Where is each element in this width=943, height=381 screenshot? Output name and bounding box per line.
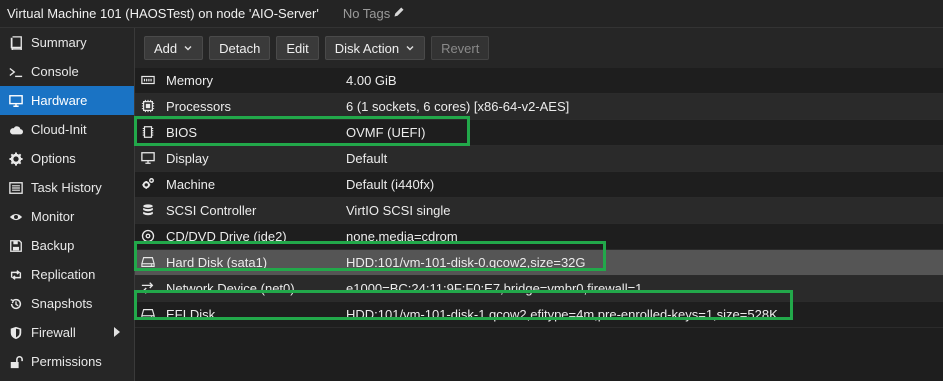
list-icon [8,180,24,196]
sidebar-item-label: Permissions [31,354,102,369]
hardware-row-value: e1000=BC:24:11:9F:F0:E7,bridge=vmbr0,fir… [346,281,643,296]
hardware-row-display[interactable]: Display Default [135,146,943,172]
hardware-row-label: SCSI Controller [166,203,257,218]
cogs-icon [141,177,155,191]
revert-button-label: Revert [441,40,480,56]
sidebar-item-options[interactable]: Options [0,144,134,173]
hardware-row-processors[interactable]: Processors 6 (1 sockets, 6 cores) [x86-6… [135,94,943,120]
sidebar-item-replication[interactable]: Replication [0,260,134,289]
hardware-row-value: none,media=cdrom [346,229,458,244]
sidebar-item-label: Task History [31,180,102,195]
add-button[interactable]: Add [144,36,204,60]
detach-button[interactable]: Detach [209,36,271,60]
chip-icon [141,125,155,139]
disk-action-button-label: Disk Action [334,40,400,56]
cpu-icon [141,99,155,113]
sidebar-item-monitor[interactable]: Monitor [0,202,134,231]
revert-button[interactable]: Revert [431,36,490,60]
hardware-row-value: OVMF (UEFI) [346,125,426,140]
sidebar-item-permissions[interactable]: Permissions [0,347,134,376]
add-button-label: Add [154,40,178,56]
hardware-row-efi-disk[interactable]: EFI Disk HDD:101/vm-101-disk-1.qcow2,efi… [135,302,943,328]
hardware-row-value: HDD:101/vm-101-disk-1.qcow2,efitype=4m,p… [346,307,778,322]
desktop-icon [141,151,155,165]
edit-button[interactable]: Edit [276,36,319,60]
expand-arrow-icon[interactable] [114,327,120,337]
hardware-row-bios[interactable]: BIOS OVMF (UEFI) [135,120,943,146]
hardware-row-label: Network Device (net0) [166,281,295,296]
hardware-row-scsi-controller[interactable]: SCSI Controller VirtIO SCSI single [135,198,943,224]
terminal-icon [8,64,24,80]
hardware-row-memory[interactable]: Memory 4.00 GiB [135,68,943,94]
sidebar-item-label: Options [31,151,76,166]
pencil-icon[interactable] [393,6,405,21]
hardware-row-label: BIOS [166,125,198,140]
sidebar-item-label: Snapshots [31,296,93,311]
hardware-row-hard-disk[interactable]: Hard Disk (sata1) HDD:101/vm-101-disk-0.… [135,250,943,276]
hardware-row-label: Processors [166,99,232,114]
hardware-row-label: Memory [166,73,213,88]
hardware-row-label: EFI Disk [166,307,216,322]
sidebar-item-label: Firewall [31,325,76,340]
retweet-icon [8,267,24,283]
cloud-icon [8,122,24,138]
history-icon [8,296,24,312]
hardware-row-label: CD/DVD Drive (ide2) [166,229,287,244]
hardware-row-value: 4.00 GiB [346,73,397,88]
hardware-row-label: Hard Disk (sata1) [166,255,268,270]
database-icon [141,203,155,217]
page-title: Virtual Machine 101 (HAOSTest) on node '… [7,6,319,21]
title-bar: Virtual Machine 101 (HAOSTest) on node '… [0,0,943,28]
edit-button-label: Edit [286,40,309,56]
shield-icon [8,325,24,341]
hardware-row-value: Default [346,151,388,166]
hardware-row-network-device[interactable]: Network Device (net0) e1000=BC:24:11:9F:… [135,276,943,302]
sidebar-item-cloud-init[interactable]: Cloud-Init [0,115,134,144]
sidebar-item-summary[interactable]: Summary [0,28,134,57]
hardware-row-label: Display [166,151,209,166]
sidebar-item-label: Monitor [31,209,75,224]
sidebar: Summary Console Hardware Cloud-Init Opti… [0,28,135,381]
chevron-down-icon [406,46,414,51]
sidebar-item-label: Replication [31,267,96,282]
sidebar-item-console[interactable]: Console [0,57,134,86]
hardware-row-value: HDD:101/vm-101-disk-0.qcow2,size=32G [346,255,586,270]
unlock-icon [8,354,24,370]
hardware-row-value: 6 (1 sockets, 6 cores) [x86-64-v2-AES] [346,99,570,114]
chevron-down-icon [184,46,192,51]
exchange-icon [141,281,155,295]
cdrom-icon [141,229,155,243]
hardware-row-value: VirtIO SCSI single [346,203,451,218]
sidebar-item-task-history[interactable]: Task History [0,173,134,202]
hardware-toolbar: Add Detach Edit Disk Action Revert [135,28,943,68]
sidebar-item-firewall[interactable]: Firewall [0,318,134,347]
disk-action-button[interactable]: Disk Action [324,36,426,60]
sidebar-item-label: Hardware [31,93,88,108]
sidebar-item-hardware[interactable]: Hardware [0,86,134,115]
eye-icon [8,209,24,225]
tags-edit[interactable]: No Tags [343,6,405,21]
monitor-icon [8,93,24,109]
sidebar-item-label: Summary [31,35,87,50]
hdd-icon [141,255,155,269]
hardware-row-label: Machine [166,177,216,192]
hardware-row-value: Default (i440fx) [346,177,435,192]
memory-icon [141,73,155,87]
floppy-icon [8,238,24,254]
hdd-icon [141,307,155,321]
sidebar-item-label: Backup [31,238,75,253]
sidebar-item-backup[interactable]: Backup [0,231,134,260]
sidebar-item-label: Console [31,64,79,79]
sidebar-item-label: Cloud-Init [31,122,87,137]
sidebar-item-snapshots[interactable]: Snapshots [0,289,134,318]
tags-label: No Tags [342,6,391,21]
hardware-row-machine[interactable]: Machine Default (i440fx) [135,172,943,198]
book-icon [8,35,24,51]
gear-icon [8,151,24,167]
detach-button-label: Detach [219,40,261,56]
hardware-grid: Memory 4.00 GiB Processors 6 (1 sockets,… [135,68,943,381]
hardware-row-cd-dvd-drive[interactable]: CD/DVD Drive (ide2) none,media=cdrom [135,224,943,250]
